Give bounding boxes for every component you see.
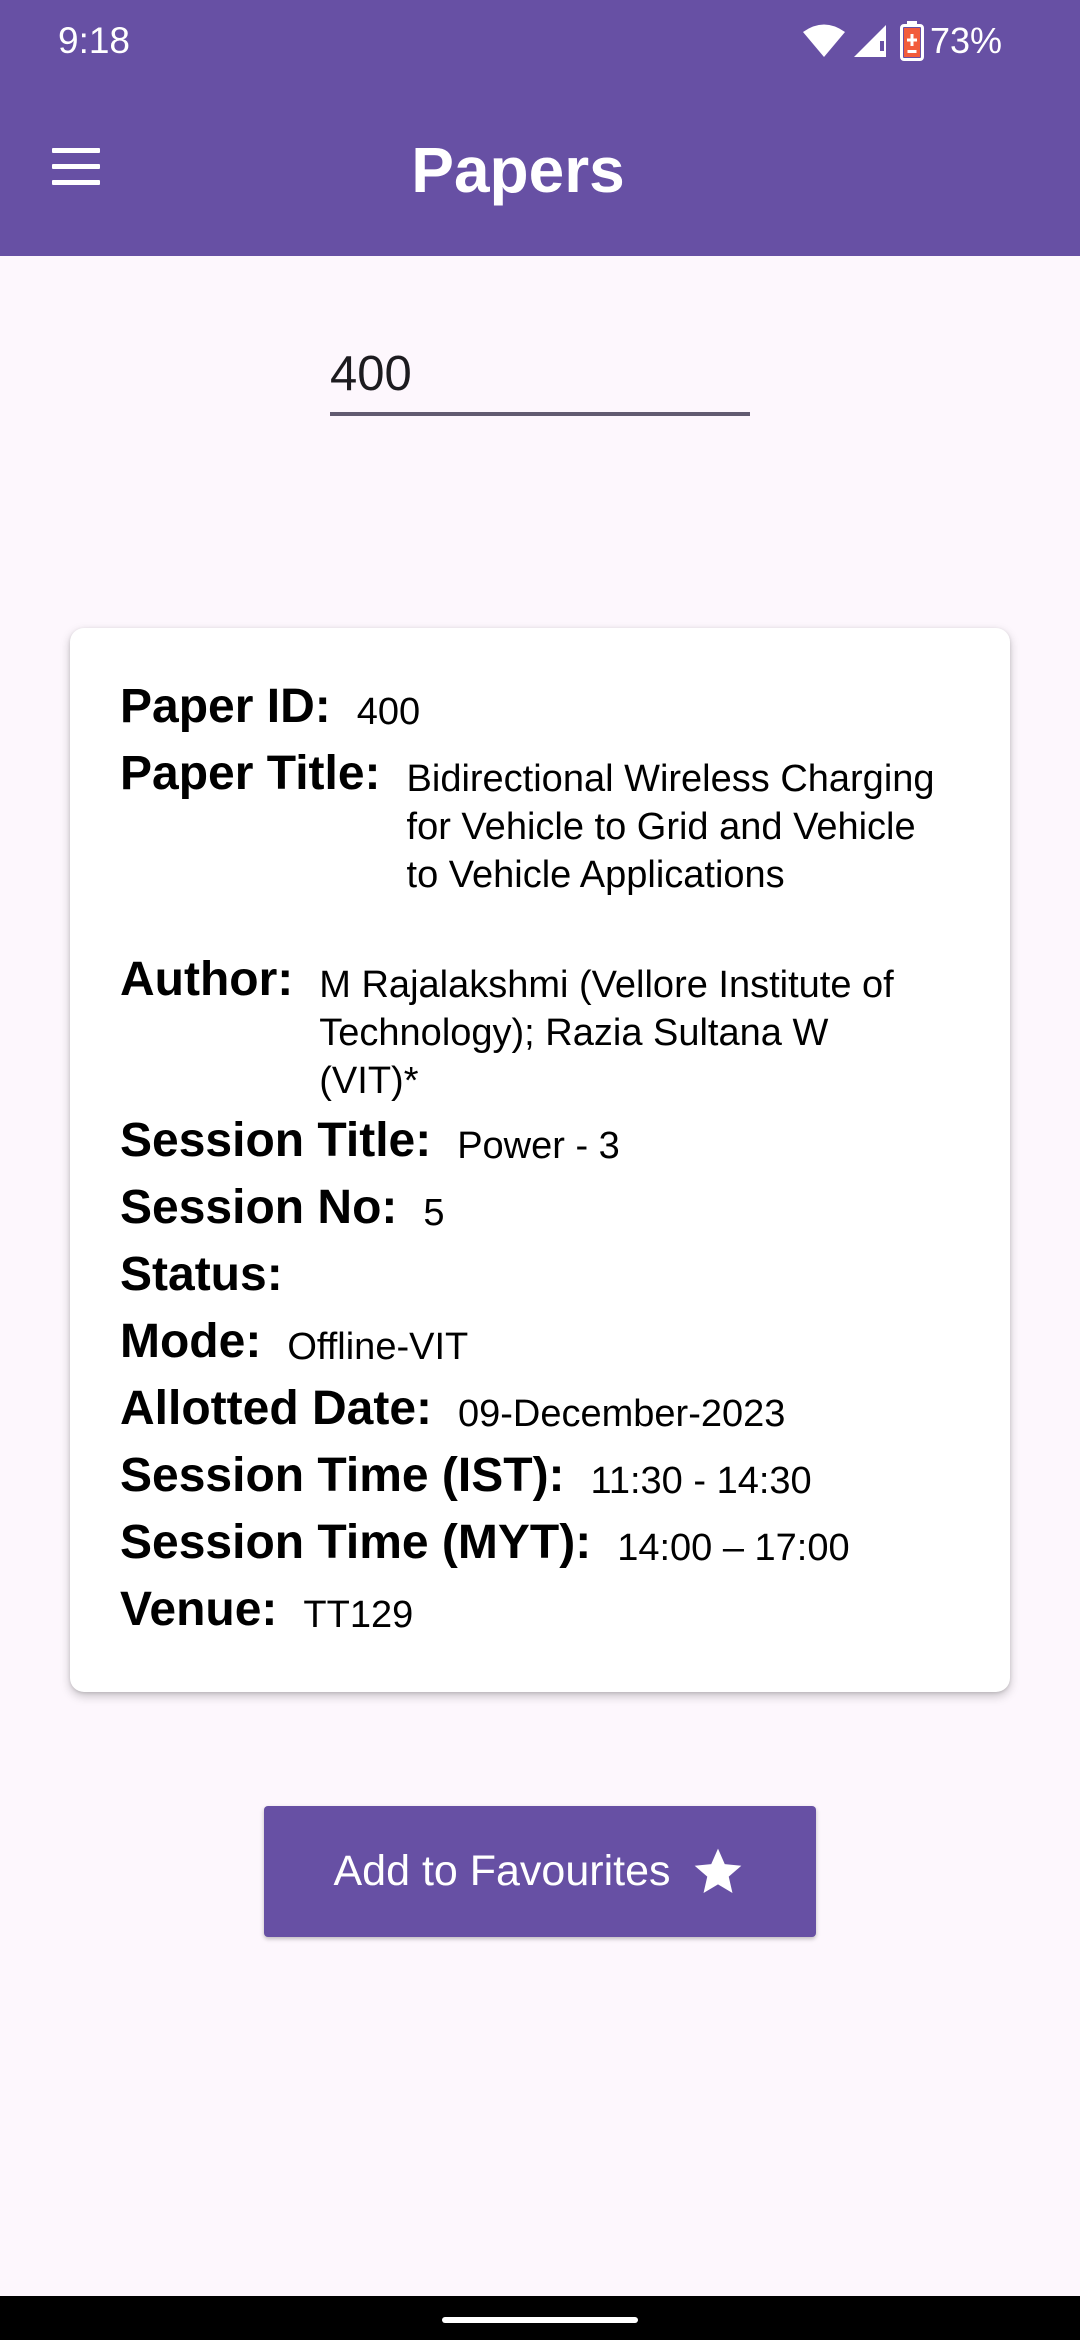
session-title-value: Power - 3: [457, 1125, 620, 1167]
battery-percentage: 73%: [929, 20, 1002, 61]
status-row: Status:: [120, 1250, 980, 1300]
mode-label: Mode:: [120, 1315, 262, 1368]
paper-id-input[interactable]: [330, 336, 750, 416]
paper-title-label: Paper Title:: [120, 747, 381, 800]
session-time-myt-label: Session Time (MYT):: [120, 1516, 592, 1569]
author-value: M Rajalakshmi (Vellore Institute of Tech…: [319, 964, 894, 1102]
session-no-row: Session No: 5: [120, 1183, 980, 1237]
paper-details-card: Paper ID: 400 Paper Title: Bidirectional…: [70, 628, 1010, 1692]
mode-row: Mode: Offline-VIT: [120, 1317, 980, 1371]
session-time-ist-value: 11:30 - 14:30: [590, 1460, 812, 1502]
venue-row: Venue: TT129: [120, 1585, 980, 1639]
page-title: Papers: [411, 134, 625, 206]
session-title-row: Session Title: Power - 3: [120, 1116, 980, 1170]
status-time: 9:18: [58, 20, 131, 61]
home-gesture-handle[interactable]: [442, 2317, 638, 2323]
session-time-ist-row: Session Time (IST): 11:30 - 14:30: [120, 1451, 980, 1505]
session-time-ist-label: Session Time (IST):: [120, 1449, 565, 1502]
add-to-favourites-button[interactable]: Add to Favourites: [264, 1806, 816, 1937]
status-icons: 73%: [802, 18, 1002, 64]
app-bar: 9:18 73% Papers: [0, 0, 1080, 256]
author-row: Author: M Rajalakshmi (Vellore Institute…: [120, 955, 980, 1105]
signal-icon: [853, 25, 886, 57]
status-label: Status:: [120, 1248, 283, 1301]
paper-id-label: Paper ID:: [120, 680, 331, 733]
paper-title-row: Paper Title: Bidirectional Wireless Char…: [120, 749, 980, 899]
wifi-icon: [802, 24, 845, 57]
venue-label: Venue:: [120, 1583, 278, 1636]
allotted-date-value: 09-December-2023: [458, 1393, 786, 1435]
paper-title-value: Bidirectional Wireless Charging for Vehi…: [406, 758, 935, 896]
venue-value: TT129: [303, 1594, 414, 1636]
session-title-label: Session Title:: [120, 1114, 432, 1167]
paper-id-value: 400: [356, 691, 421, 733]
allotted-date-row: Allotted Date: 09-December-2023: [120, 1384, 980, 1438]
mode-value: Offline-VIT: [287, 1326, 469, 1368]
allotted-date-label: Allotted Date:: [120, 1382, 432, 1435]
battery-icon: [899, 21, 924, 61]
session-no-label: Session No:: [120, 1181, 398, 1234]
paper-id-row: Paper ID: 400: [120, 682, 980, 736]
add-to-favourites-label: Add to Favourites: [333, 1847, 671, 1895]
author-label: Author:: [120, 953, 294, 1006]
star-icon: [694, 1848, 741, 1893]
session-time-myt-value: 14:00 – 17:00: [617, 1527, 850, 1569]
session-no-value: 5: [423, 1192, 445, 1234]
session-time-myt-row: Session Time (MYT): 14:00 – 17:00: [120, 1518, 980, 1572]
